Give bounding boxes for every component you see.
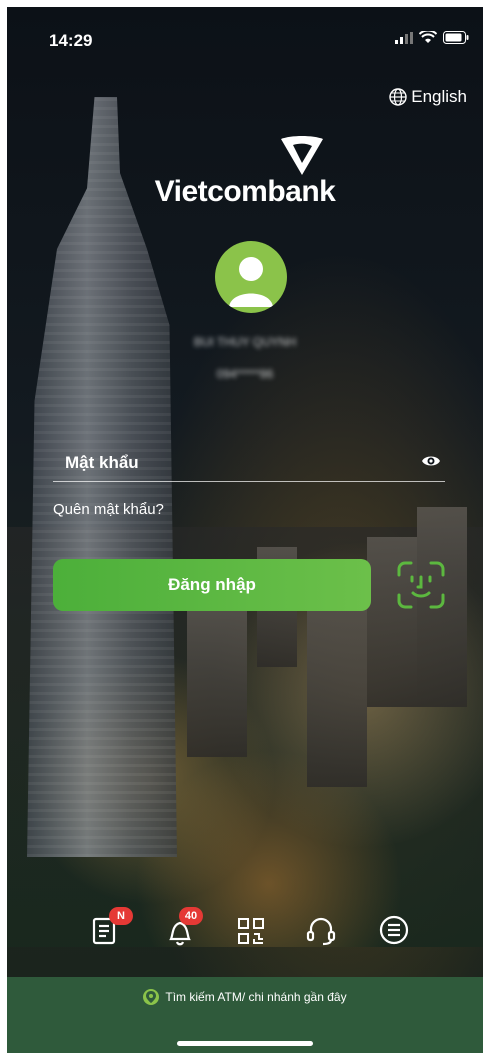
atm-search-label: Tìm kiếm ATM/ chi nhánh gần đây: [165, 990, 347, 1004]
support-button[interactable]: [305, 913, 341, 949]
news-button[interactable]: N: [91, 907, 133, 949]
headset-icon: [306, 917, 336, 946]
eye-icon[interactable]: [421, 453, 441, 469]
menu-icon: [379, 915, 409, 945]
signal-icon: [395, 31, 413, 44]
user-phone: 094*****86: [216, 367, 274, 381]
bottom-icon-bar: N 40: [7, 903, 483, 963]
password-label: Mật khẩu: [65, 453, 139, 472]
language-switch[interactable]: English: [389, 87, 467, 107]
atm-search-row: Tìm kiếm ATM/ chi nhánh gần đây: [7, 989, 483, 1005]
brand-name: Vietcombank: [154, 175, 336, 208]
status-icons: [395, 31, 469, 44]
user-name: BUI THUY QUYNH: [193, 335, 297, 349]
notifications-badge: 40: [179, 907, 203, 925]
user-icon: [229, 257, 273, 307]
forgot-password-link[interactable]: Quên mật khẩu?: [53, 501, 164, 518]
status-time: 14:29: [49, 31, 93, 50]
atm-search-bar[interactable]: Tìm kiếm ATM/ chi nhánh gần đây: [7, 977, 483, 1053]
home-indicator: [177, 1041, 313, 1046]
menu-button[interactable]: [377, 913, 413, 949]
language-label: English: [411, 87, 467, 106]
avatar: [215, 241, 287, 313]
news-badge: N: [109, 907, 133, 925]
login-button[interactable]: Đăng nhập: [53, 559, 371, 611]
qr-code-icon: [238, 918, 264, 944]
password-field[interactable]: Mật khẩu: [53, 445, 445, 482]
face-id-icon[interactable]: [395, 559, 447, 611]
wifi-icon: [419, 31, 437, 43]
battery-icon: [443, 31, 469, 44]
notifications-button[interactable]: 40: [165, 907, 203, 949]
login-screen: 14:29 English Vietcombank BUI THUY QUYNH…: [7, 7, 483, 1053]
vietcombank-logo-icon: [281, 136, 323, 175]
qr-button[interactable]: [235, 913, 271, 949]
globe-icon: [389, 88, 407, 106]
location-pin-icon: [143, 989, 160, 1005]
status-bar: 14:29: [7, 7, 483, 63]
